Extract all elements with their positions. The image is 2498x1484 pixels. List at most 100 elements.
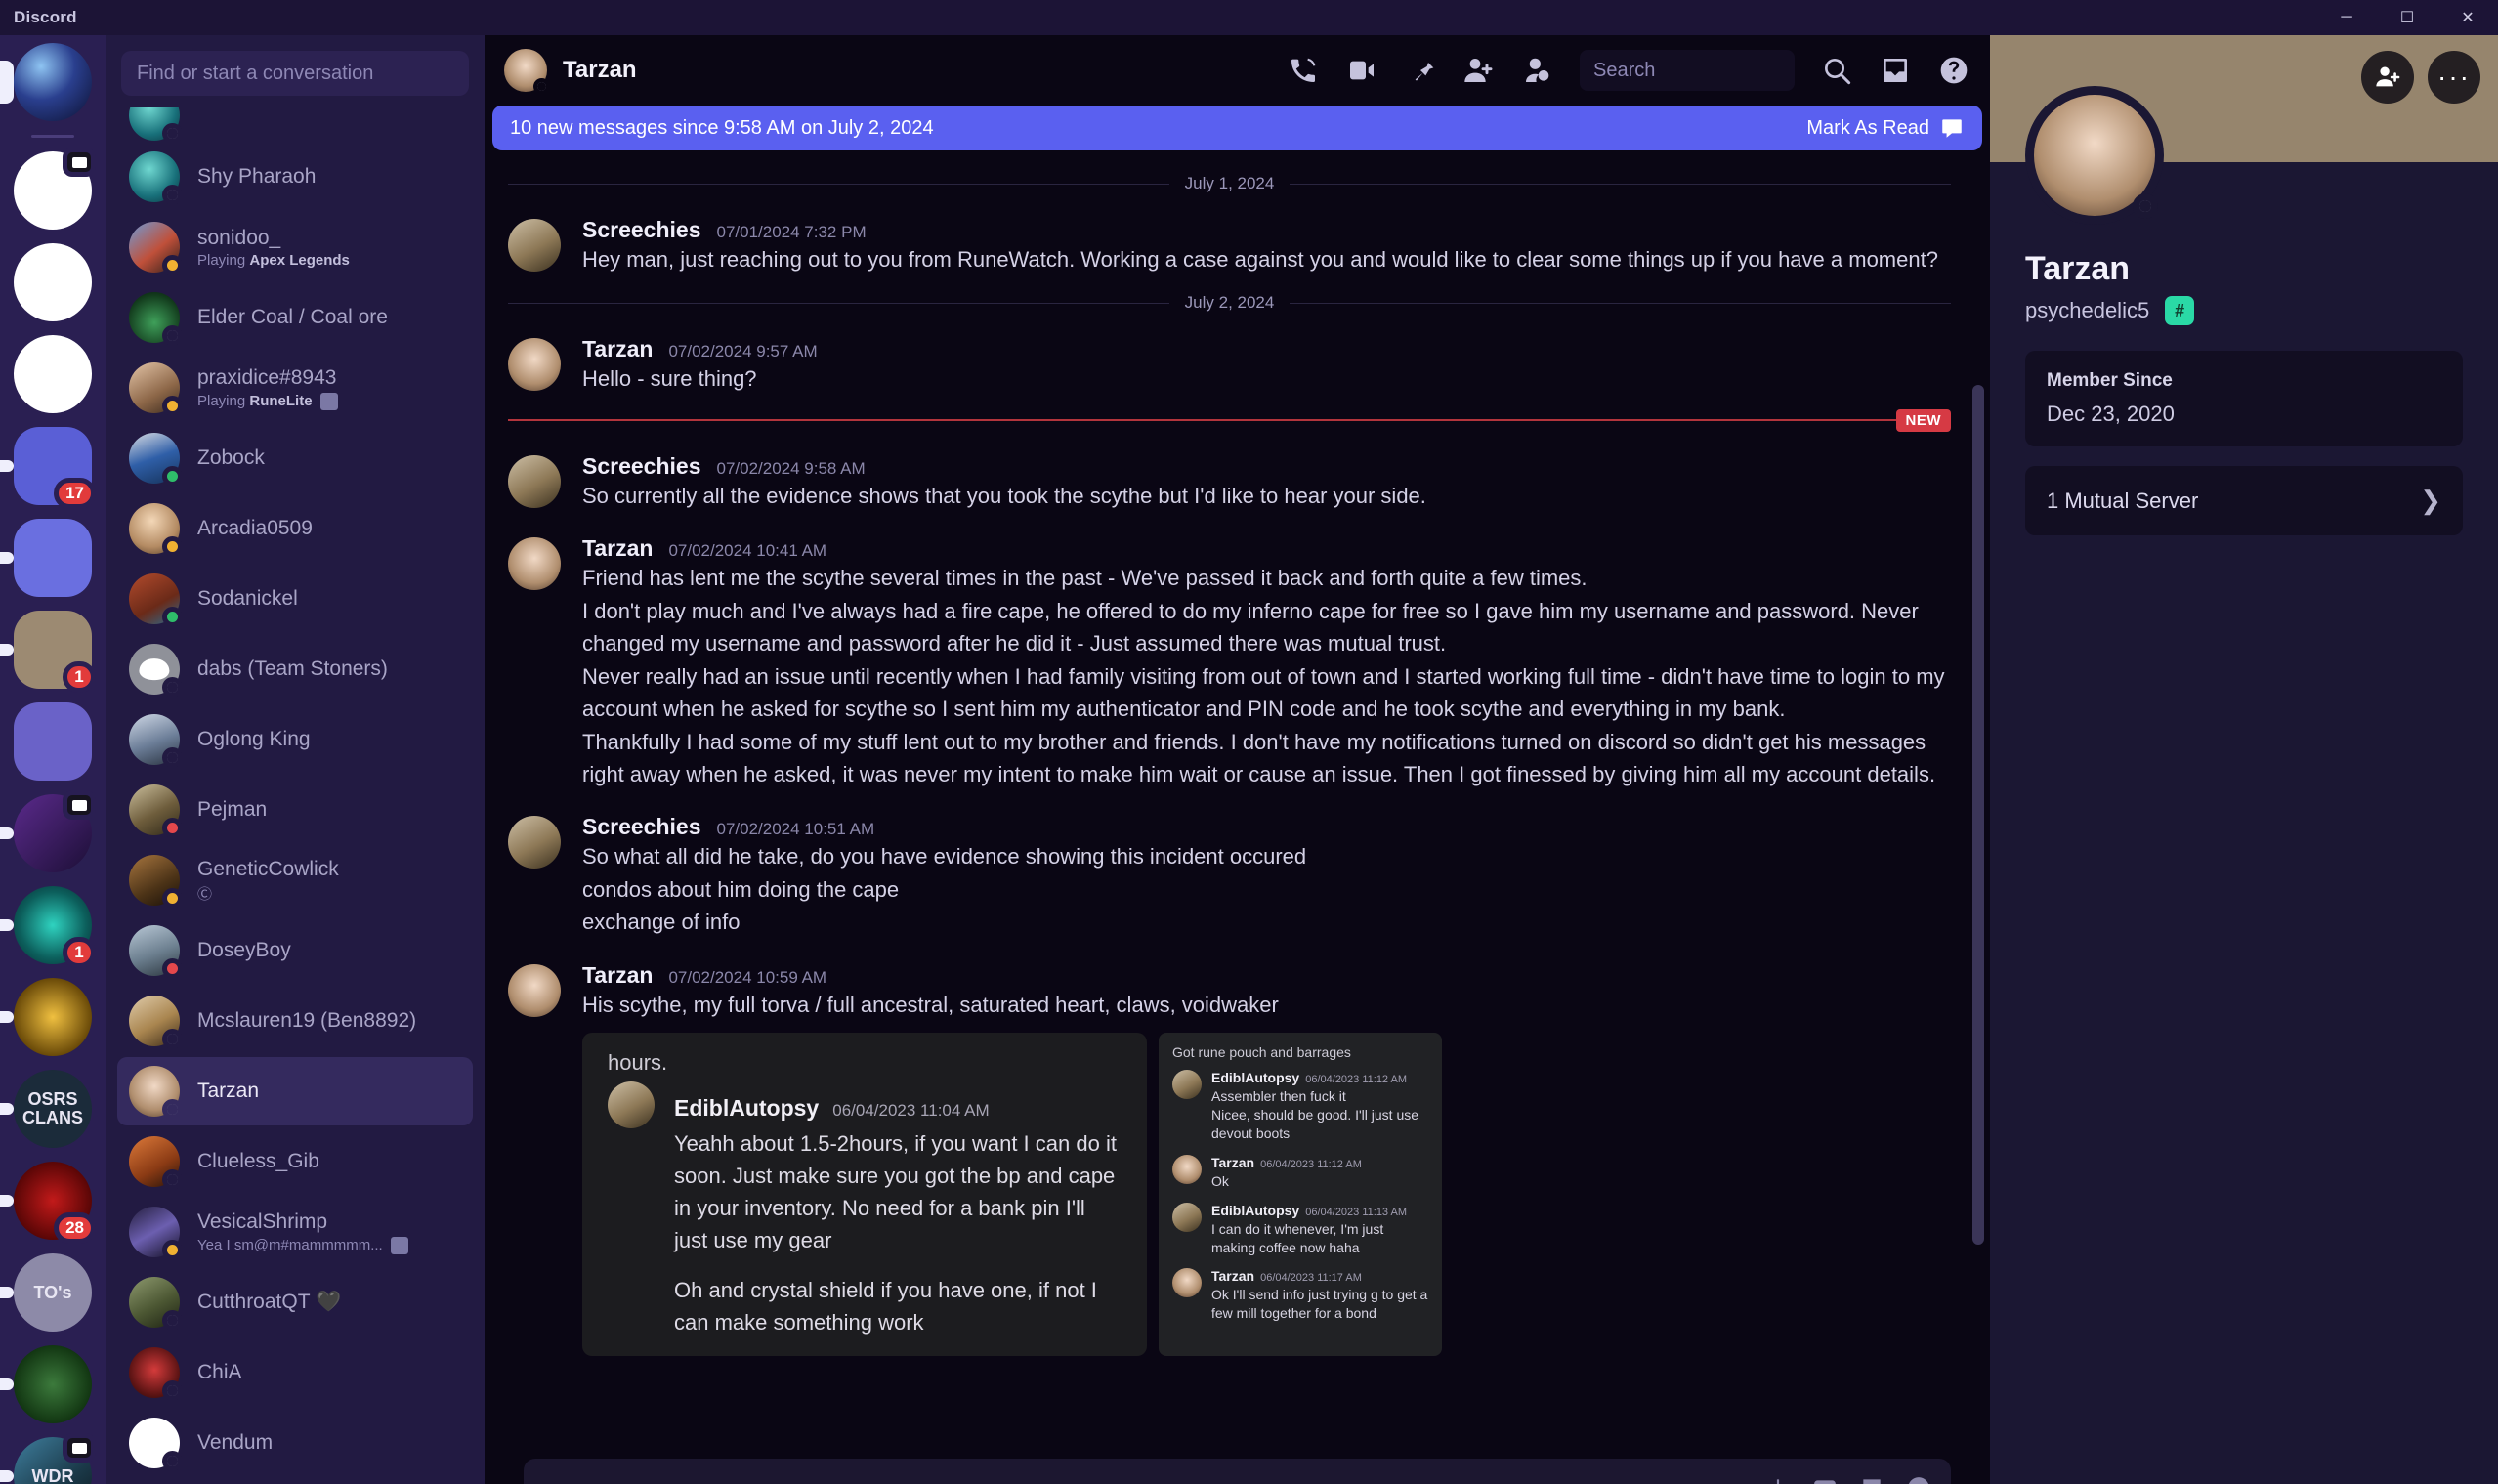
avatar[interactable]: [508, 454, 561, 508]
avatar[interactable]: [508, 963, 561, 1017]
date-label: July 2, 2024: [1184, 293, 1275, 313]
video-icon[interactable]: [1345, 54, 1378, 87]
guild-discord-home[interactable]: [0, 43, 92, 121]
chat-search-input[interactable]: Search: [1580, 50, 1795, 91]
call-icon[interactable]: [1287, 54, 1320, 87]
embed-secondary-screenshot[interactable]: Got rune pouch and barrages EdiblAutopsy 0…: [1159, 1033, 1442, 1357]
guild-folder-group-1[interactable]: 17: [0, 427, 96, 509]
status-dot-offline: [162, 325, 183, 346]
list-item[interactable]: GeneticCowlick Ⓒ: [117, 846, 473, 914]
avatar[interactable]: [508, 219, 561, 272]
list-item[interactable]: sonidoo_ Playing Apex Legends: [117, 213, 473, 281]
guild-gold-crest-server[interactable]: [0, 978, 92, 1056]
list-item[interactable]: Trueplaya 06: [117, 1479, 473, 1484]
guild-teal-kettle-server[interactable]: [14, 335, 92, 413]
avatar: [129, 784, 183, 838]
list-item[interactable]: CutthroatQT 🖤: [117, 1268, 473, 1336]
avatar: [129, 925, 183, 979]
dm-list[interactable]: Shy Pharaoh sonidoo_ Playing Apex Legends E…: [106, 107, 485, 1484]
message-list[interactable]: July 1, 2024 Screechies 07/01/2024 7:32 PM…: [485, 150, 1990, 1451]
inbox-icon[interactable]: [1879, 54, 1912, 87]
guild-tos-server[interactable]: TO's: [0, 1253, 92, 1332]
search-icon[interactable]: [1820, 54, 1853, 87]
message-author[interactable]: Tarzan: [582, 962, 653, 989]
guild-wdr-server[interactable]: WDR1: [0, 1433, 96, 1484]
avatar[interactable]: [508, 537, 561, 591]
avatar: [129, 222, 183, 276]
pin-icon[interactable]: [1404, 54, 1437, 87]
list-item[interactable]: dabs (Team Stoners): [117, 635, 473, 703]
guild-active-pill: [0, 1470, 14, 1482]
list-item[interactable]: DoseyBoy: [117, 916, 473, 985]
message-author[interactable]: Tarzan: [582, 535, 653, 562]
maximize-button[interactable]: ☐: [2377, 0, 2437, 35]
list-item[interactable]: Elder Coal / Coal ore: [117, 283, 473, 352]
dm-item-name: DoseyBoy: [197, 939, 291, 962]
list-item[interactable]: Shy Pharaoh: [117, 143, 473, 211]
guild-pink-brain-server[interactable]: [14, 243, 92, 321]
dm-search-input[interactable]: Find or start a conversation: [121, 51, 469, 96]
guild-folder-group-tan[interactable]: 1: [0, 611, 96, 693]
guild-runelite-r-server[interactable]: [0, 790, 96, 872]
status-dot-idle: [162, 396, 183, 416]
mark-as-read-button[interactable]: Mark As Read: [1806, 115, 1965, 141]
composer-box[interactable]: [524, 1459, 1951, 1484]
list-item[interactable]: praxidice#8943 Playing RuneLite: [117, 354, 473, 422]
mutual-servers-row[interactable]: 1 Mutual Server ❯: [2025, 466, 2463, 535]
guild-red-d-server[interactable]: 28: [0, 1162, 96, 1244]
close-button[interactable]: ✕: [2437, 0, 2498, 35]
message-author[interactable]: Tarzan: [582, 336, 653, 362]
list-item[interactable]: ChiA: [117, 1338, 473, 1407]
user-profile-icon[interactable]: [1521, 54, 1554, 87]
list-item[interactable]: Pejman: [117, 776, 473, 844]
avatar[interactable]: [508, 816, 561, 869]
message-scrollbar[interactable]: [1972, 385, 1984, 1245]
avatar: [129, 151, 183, 205]
dm-item-name: Elder Coal / Coal ore: [197, 306, 388, 329]
add-friend-icon[interactable]: [1462, 54, 1496, 87]
list-item[interactable]: Zobock: [117, 424, 473, 492]
sticker-icon[interactable]: [1859, 1475, 1884, 1484]
guild-osrs-clans-server[interactable]: OSRS CLANS: [0, 1070, 92, 1148]
guild-clan-shield-server[interactable]: [14, 148, 96, 230]
new-messages-banner[interactable]: 10 new messages since 9:58 AM on July 2,…: [492, 106, 1982, 150]
gif-icon[interactable]: [1812, 1475, 1838, 1484]
avatar[interactable]: [508, 338, 561, 392]
list-item[interactable]: Clueless_Gib: [117, 1127, 473, 1196]
image-attachment[interactable]: hours. EdiblAutopsy 06/04/2023 11:04 AM Yea…: [582, 1033, 1951, 1357]
status-dot-idle: [162, 888, 183, 909]
message-timestamp: 06/04/2023 11:13 AM: [1305, 1206, 1408, 1218]
list-item[interactable]: [117, 107, 473, 141]
list-item[interactable]: VesicalShrimp Yea I sm@m#mammmmm...: [117, 1198, 473, 1266]
dm-item-name: Vendum: [197, 1431, 274, 1455]
guild-folder-group-db[interactable]: [0, 519, 92, 597]
list-item[interactable]: Vendum: [117, 1409, 473, 1477]
guild-atom-server[interactable]: 1: [0, 886, 96, 968]
list-item[interactable]: Arcadia0509: [117, 494, 473, 563]
more-options-icon[interactable]: ···: [2428, 51, 2480, 104]
guild-folder-empty[interactable]: [14, 702, 92, 781]
composer-icons[interactable]: [1765, 1475, 1951, 1484]
dm-item-active[interactable]: Tarzan: [117, 1057, 473, 1125]
dm-item-subtitle: Ⓒ: [197, 886, 213, 904]
message-author[interactable]: Screechies: [582, 814, 700, 840]
server-rail[interactable]: 17 1 1 OSRSCLANS 28 TO's WDR1: [0, 35, 106, 1484]
minimize-button[interactable]: ─: [2316, 0, 2377, 35]
list-item[interactable]: Mcslauren19 (Ben8892): [117, 987, 473, 1055]
message-author[interactable]: Screechies: [582, 453, 700, 480]
app-body: 17 1 1 OSRSCLANS 28 TO's WDR1 Find or start a …: [0, 35, 2498, 1484]
emoji-icon[interactable]: [1906, 1475, 1931, 1484]
message-row: Screechies 07/01/2024 7:32 PM Hey man, jus…: [508, 211, 1951, 279]
guild-old-school-rs-server[interactable]: [0, 1345, 92, 1423]
add-friend-icon[interactable]: [2361, 51, 2414, 104]
help-icon[interactable]: [1937, 54, 1970, 87]
gift-icon[interactable]: [1765, 1475, 1791, 1484]
avatar: [129, 714, 183, 768]
dm-item-name: Arcadia0509: [197, 517, 313, 540]
message-author[interactable]: Screechies: [582, 217, 700, 243]
list-item[interactable]: Oglong King: [117, 705, 473, 774]
embed-main-screenshot[interactable]: hours. EdiblAutopsy 06/04/2023 11:04 AM Yea…: [582, 1033, 1147, 1357]
list-item[interactable]: Sodanickel: [117, 565, 473, 633]
message-composer[interactable]: [485, 1451, 1990, 1484]
chat-title: Tarzan: [563, 57, 637, 83]
